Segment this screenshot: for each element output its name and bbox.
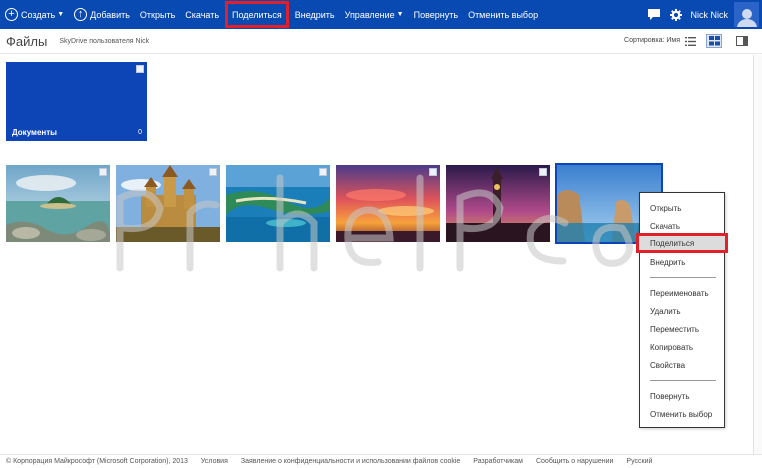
big-ben-photo[interactable] [446, 165, 550, 242]
developers-link[interactable]: Разработчикам [473, 458, 523, 465]
terms-link[interactable]: Условия [201, 458, 228, 465]
manage-label: Управление [344, 9, 395, 20]
breadcrumb[interactable]: SkyDrive пользователя Nick [59, 38, 149, 45]
chevron-down-icon: ▼ [57, 11, 65, 18]
account-area: Nick Nick [643, 0, 762, 29]
folder-tile-documents[interactable]: Документы 0 [6, 62, 147, 141]
photo-checkbox[interactable] [429, 168, 437, 176]
menu-item-embed[interactable]: Внедрить [640, 254, 724, 270]
chevron-down-icon: ▼ [396, 11, 404, 18]
photo-checkbox[interactable] [209, 168, 217, 176]
page-header: Файлы SkyDrive пользователя Nick Сортиро… [0, 29, 762, 54]
folder-name: Документы [12, 128, 57, 137]
thumbnail-view-icon[interactable] [706, 34, 722, 48]
page-title: Файлы [6, 33, 48, 49]
menu-item-download[interactable]: Скачать [640, 218, 724, 234]
tropical-island-photo[interactable] [6, 165, 110, 242]
copyright-text: © Корпорация Майкрософт (Microsoft Corpo… [6, 458, 188, 465]
upload-label: Добавить [90, 9, 130, 20]
menu-item-rotate[interactable]: Повернуть [640, 388, 724, 404]
create-button[interactable]: + Создать ▼ [0, 0, 69, 29]
sunset-sky-photo[interactable] [336, 165, 440, 242]
sort-dropdown[interactable]: Сортировка: Имя [624, 37, 680, 44]
folder-item-count: 0 [138, 129, 142, 136]
menu-separator [650, 277, 716, 278]
footer: © Корпорация Майкрософт (Microsoft Corpo… [0, 454, 762, 468]
embed-button[interactable]: Внедрить [290, 0, 340, 29]
menu-item-move[interactable]: Переместить [640, 321, 724, 337]
clear-selection-button[interactable]: Отменить выбор [463, 0, 543, 29]
menu-item-rename[interactable]: Переименовать [640, 285, 724, 301]
rotate-button[interactable]: Повернуть [409, 0, 463, 29]
photo-checkbox[interactable] [319, 168, 327, 176]
language-link[interactable]: Русский [626, 458, 652, 465]
menu-item-copy[interactable]: Копировать [640, 339, 724, 355]
menu-item-share[interactable]: Поделиться [636, 233, 728, 253]
report-abuse-link[interactable]: Сообщить о нарушении [536, 458, 613, 465]
photo-checkbox[interactable] [99, 168, 107, 176]
share-button[interactable]: Поделиться [224, 0, 290, 29]
command-bar: + Создать ▼ ↑ Добавить Открыть Скачать П… [0, 0, 762, 29]
details-pane-icon[interactable] [734, 34, 750, 48]
upload-arrow-icon: ↑ [74, 8, 88, 21]
vertical-scrollbar[interactable] [753, 55, 762, 455]
download-button[interactable]: Скачать [180, 0, 224, 29]
menu-item-clear-selection[interactable]: Отменить выбор [640, 406, 724, 422]
upload-button[interactable]: ↑ Добавить [69, 0, 135, 29]
menu-item-open[interactable]: Открыть [640, 200, 724, 216]
menu-separator [650, 380, 716, 381]
lagoon-aerial-photo[interactable] [226, 165, 330, 242]
avatar[interactable] [734, 2, 759, 27]
gear-icon[interactable] [669, 8, 683, 22]
folder-checkbox[interactable] [136, 65, 144, 73]
photo-checkbox[interactable] [539, 168, 547, 176]
menu-item-properties[interactable]: Свойства [640, 357, 724, 373]
open-button[interactable]: Открыть [135, 0, 180, 29]
privacy-link[interactable]: Заявление о конфиденциальности и использ… [241, 458, 460, 465]
context-menu: Открыть Скачать Поделиться Внедрить Пере… [636, 192, 728, 428]
create-label: Создать [21, 9, 56, 20]
plus-icon: + [5, 8, 18, 21]
manage-button[interactable]: Управление ▼ [340, 0, 409, 29]
messenger-icon[interactable] [647, 8, 661, 22]
castle-photo[interactable] [116, 165, 220, 242]
menu-item-delete[interactable]: Удалить [640, 303, 724, 319]
user-name[interactable]: Nick Nick [691, 10, 729, 20]
list-view-icon[interactable] [682, 34, 698, 48]
